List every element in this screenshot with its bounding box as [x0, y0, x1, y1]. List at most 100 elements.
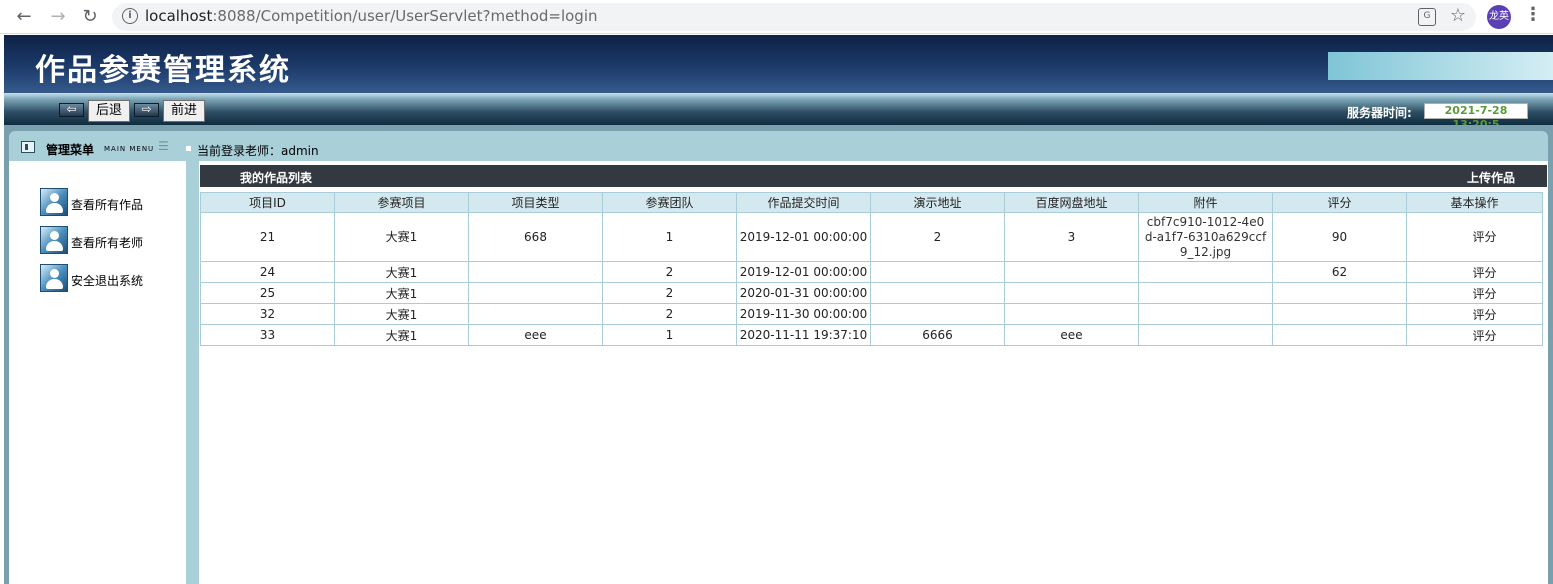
- column-header: 演示地址: [870, 192, 1005, 213]
- column-header: 参赛团队: [602, 192, 737, 213]
- user-icon: [40, 188, 68, 216]
- cell-demo: 2: [870, 212, 1005, 262]
- profile-avatar[interactable]: 龙英: [1487, 5, 1511, 29]
- sidebar-item-label[interactable]: 查看所有老师: [71, 234, 143, 251]
- column-header: 作品提交时间: [736, 192, 871, 213]
- cell-score: [1272, 282, 1407, 304]
- score-link[interactable]: 评分: [1472, 266, 1496, 280]
- user-icon: [40, 264, 68, 292]
- table-header-row: 项目ID 参赛项目 项目类型 参赛团队 作品提交时间 演示地址 百度网盘地址 附…: [200, 192, 1543, 213]
- bullet-icon: [186, 146, 191, 151]
- forward-arrow-icon[interactable]: ⇨: [134, 103, 159, 117]
- cell-attachment: [1138, 261, 1273, 283]
- back-arrow-icon[interactable]: ←: [12, 5, 36, 29]
- cell-pan: 3: [1004, 212, 1139, 262]
- menu-title: 管理菜单: [46, 143, 95, 157]
- list-title-bar: 我的作品列表 上传作品: [200, 165, 1547, 187]
- cell-score: [1272, 324, 1407, 346]
- browser-toolbar: ← → ↻ i localhost:8088/Competition/user/…: [0, 0, 1553, 34]
- browser-menu-icon[interactable]: ⋮: [1524, 4, 1542, 25]
- cell-time: 2019-12-01 00:00:00: [736, 212, 871, 262]
- cell-project: 大赛1: [334, 303, 469, 325]
- cell-operation: 评分: [1406, 261, 1543, 283]
- cell-pan: eee: [1004, 324, 1139, 346]
- app-toolbar: ⇦ 后退 ⇨ 前进 服务器时间: 2021-7-28 13:20:5: [4, 93, 1553, 131]
- cell-type: [468, 282, 603, 304]
- column-header: 项目ID: [200, 192, 335, 213]
- bookmark-star-icon[interactable]: ☆: [1450, 5, 1466, 26]
- column-header: 基本操作: [1406, 192, 1543, 213]
- user-icon: [40, 226, 68, 254]
- cell-score: 90: [1272, 212, 1407, 262]
- url-text[interactable]: localhost:8088/Competition/user/UserServ…: [145, 7, 598, 25]
- content-area: 我的作品列表 上传作品 项目ID 参赛项目 项目类型 参赛团队 作品提交时间 演…: [199, 161, 1548, 584]
- cell-time: 2020-01-31 00:00:00: [736, 282, 871, 304]
- cell-time: 2019-11-30 00:00:00: [736, 303, 871, 325]
- cell-id: 25: [200, 282, 335, 304]
- table-row: 24 大赛1 2 2019-12-01 00:00:00 62 评分: [200, 261, 1543, 283]
- cell-operation: 评分: [1406, 303, 1543, 325]
- cell-time: 2019-12-01 00:00:00: [736, 261, 871, 283]
- upload-work-link[interactable]: 上传作品: [1467, 169, 1515, 186]
- cell-team: 2: [602, 282, 737, 304]
- cell-project: 大赛1: [334, 324, 469, 346]
- cell-id: 24: [200, 261, 335, 283]
- forward-button[interactable]: 前进: [163, 100, 205, 122]
- app-header: 作品参赛管理系统: [4, 35, 1553, 93]
- cell-type: eee: [468, 324, 603, 346]
- score-link[interactable]: 评分: [1472, 308, 1496, 322]
- table-row: 32 大赛1 2 2019-11-30 00:00:00 评分: [200, 303, 1543, 325]
- cell-team: 1: [602, 324, 737, 346]
- url-host: localhost: [145, 7, 213, 25]
- cell-type: 668: [468, 212, 603, 262]
- score-link[interactable]: 评分: [1472, 329, 1496, 343]
- score-link[interactable]: 评分: [1472, 287, 1496, 301]
- cell-demo: [870, 261, 1005, 283]
- cell-project: 大赛1: [334, 261, 469, 283]
- cell-time: 2020-11-11 19:37:10: [736, 324, 871, 346]
- table-row: 33 大赛1 eee 1 2020-11-11 19:37:10 6666 ee…: [200, 324, 1543, 346]
- server-time-value: 2021-7-28 13:20:5: [1424, 103, 1528, 131]
- current-user-label: 当前登录老师：admin: [197, 144, 319, 158]
- app-title: 作品参赛管理系统: [35, 53, 291, 88]
- works-table: 项目ID 参赛项目 项目类型 参赛团队 作品提交时间 演示地址 百度网盘地址 附…: [200, 192, 1543, 346]
- cell-project: 大赛1: [334, 282, 469, 304]
- cell-pan: [1004, 303, 1139, 325]
- cell-id: 33: [200, 324, 335, 346]
- info-icon[interactable]: i: [122, 8, 138, 24]
- cell-project: 大赛1: [334, 212, 469, 262]
- translate-icon[interactable]: G: [1418, 8, 1436, 26]
- cell-demo: 6666: [870, 324, 1005, 346]
- address-bar[interactable]: i localhost:8088/Competition/user/UserSe…: [112, 3, 1476, 31]
- column-header: 项目类型: [468, 192, 603, 213]
- sidebar-item-label[interactable]: 查看所有作品: [71, 196, 143, 213]
- frame-inner: 管理菜单 MAIN MENU ☰ 当前登录老师：admin 查看所有作品 查看所…: [9, 131, 1548, 584]
- cell-type: [468, 261, 603, 283]
- menu-panel-icon: [21, 141, 35, 153]
- cell-team: 2: [602, 303, 737, 325]
- reload-icon[interactable]: ↻: [78, 5, 102, 29]
- cell-type: [468, 303, 603, 325]
- column-header: 附件: [1138, 192, 1273, 213]
- cell-operation: 评分: [1406, 324, 1543, 346]
- sidebar-item-label[interactable]: 安全退出系统: [71, 272, 143, 289]
- table-row: 21 大赛1 668 1 2019-12-01 00:00:00 2 3 cbf…: [200, 212, 1543, 262]
- list-title: 我的作品列表: [240, 171, 313, 185]
- back-button[interactable]: 后退: [88, 100, 130, 122]
- cell-id: 32: [200, 303, 335, 325]
- cell-operation: 评分: [1406, 282, 1543, 304]
- cell-attachment: cbf7c910-1012-4e0d-a1f7-6310a629ccf9_12.…: [1138, 212, 1273, 262]
- cell-attachment: [1138, 324, 1273, 346]
- cell-attachment: [1138, 303, 1273, 325]
- server-time-label: 服务器时间:: [1347, 106, 1412, 120]
- forward-arrow-icon[interactable]: →: [46, 5, 70, 29]
- score-link[interactable]: 评分: [1472, 230, 1496, 244]
- cell-score: 62: [1272, 261, 1407, 283]
- cell-attachment: [1138, 282, 1273, 304]
- header-decoration: [1328, 52, 1553, 80]
- cell-pan: [1004, 261, 1139, 283]
- cell-demo: [870, 282, 1005, 304]
- column-header: 评分: [1272, 192, 1407, 213]
- main-frame: 管理菜单 MAIN MENU ☰ 当前登录老师：admin 查看所有作品 查看所…: [4, 125, 1553, 584]
- back-arrow-icon[interactable]: ⇦: [59, 103, 84, 117]
